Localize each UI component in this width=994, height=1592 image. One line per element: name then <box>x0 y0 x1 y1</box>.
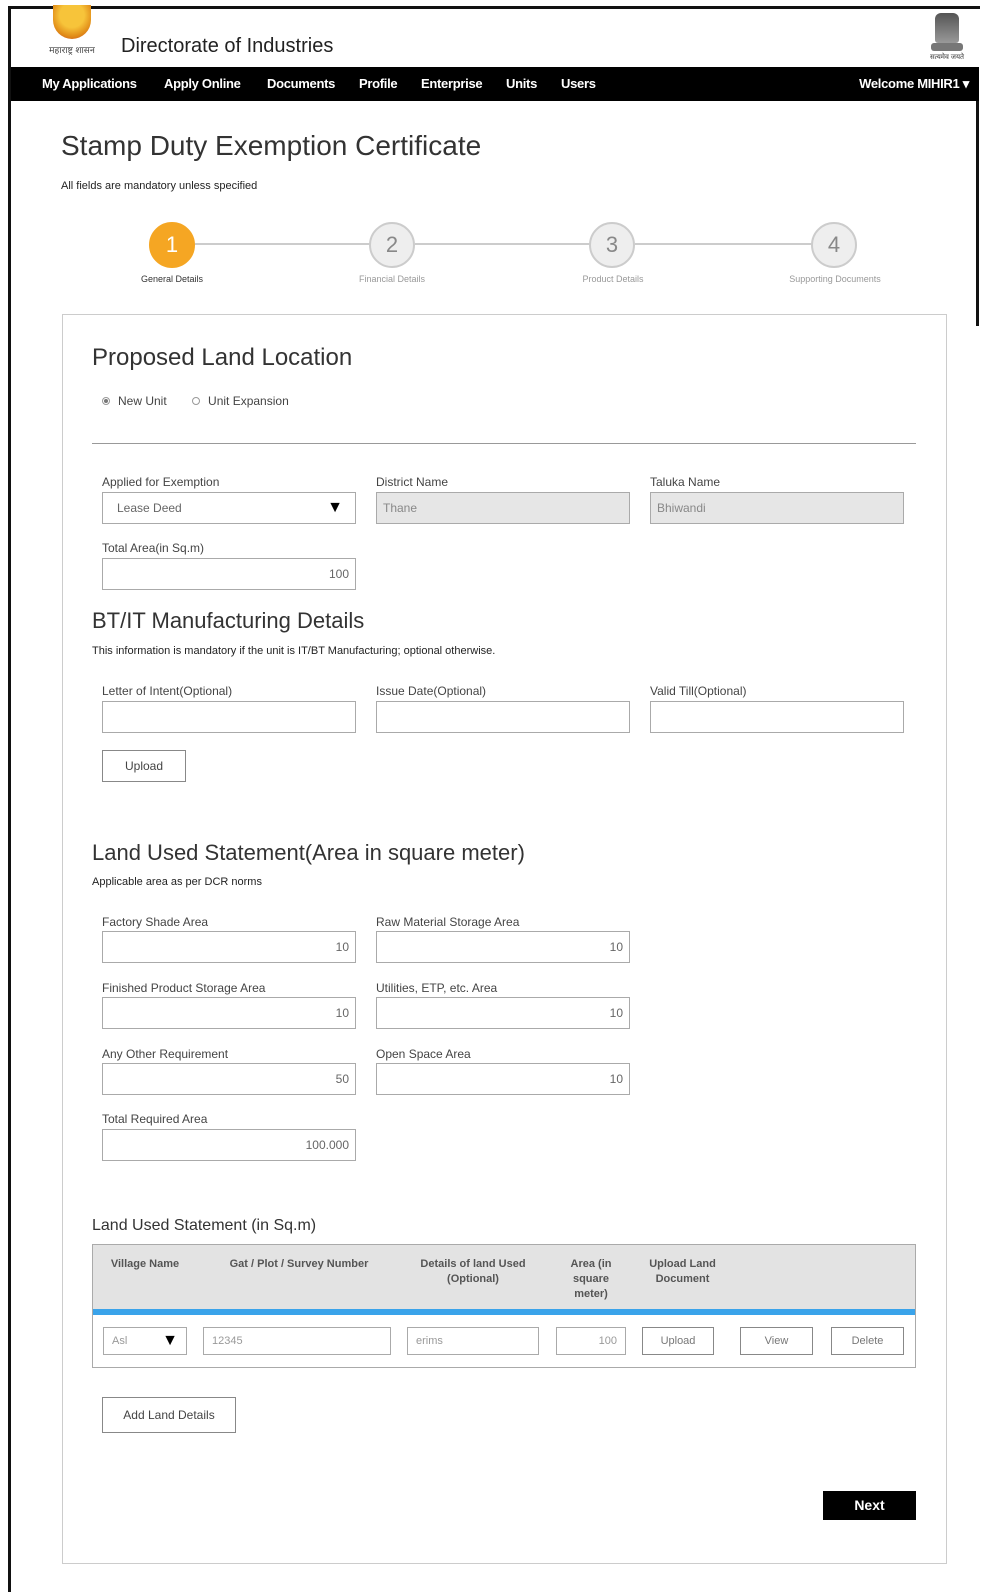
utilities-input[interactable]: 10 <box>376 997 630 1029</box>
col-gat: Gat / Plot / Survey Number <box>229 1258 369 1270</box>
loi-input[interactable] <box>102 701 356 733</box>
land-details-table: Village Name Gat / Plot / Survey Number … <box>92 1244 916 1368</box>
raw-material-input[interactable]: 10 <box>376 931 630 963</box>
finished-product-input[interactable]: 10 <box>102 997 356 1029</box>
section-title-location: Proposed Land Location <box>92 344 353 371</box>
step-4-circle[interactable]: 4 <box>811 222 857 268</box>
table-header-underline <box>93 1309 915 1315</box>
taluka-field: Bhiwandi <box>650 492 904 524</box>
nav-units[interactable]: Units <box>506 76 537 91</box>
step-connector <box>195 243 370 245</box>
taluka-label: Taluka Name <box>650 475 721 489</box>
nav-my-applications[interactable]: My Applications <box>42 76 137 91</box>
step-2-label: Financial Details <box>358 274 426 284</box>
col-village: Village Name <box>110 1258 180 1270</box>
district-label: District Name <box>376 475 449 489</box>
brand-title[interactable]: Directorate of Industries <box>121 35 333 58</box>
valid-till-input[interactable] <box>650 701 904 733</box>
radio-new-unit-label[interactable]: New Unit <box>118 394 167 408</box>
section-divider <box>92 443 916 444</box>
row-delete-button[interactable]: Delete <box>831 1327 904 1355</box>
mandatory-note: All fields are mandatory unless specifie… <box>61 180 258 192</box>
btit-upload-button[interactable]: Upload <box>102 750 186 782</box>
sun-emblem-icon <box>53 5 91 39</box>
col-details: Details of land Used (Optional) <box>420 1258 526 1285</box>
land-table-title: Land Used Statement (in Sq.m) <box>92 1217 317 1234</box>
maharashtra-logo[interactable]: महाराष्ट्र शासन <box>41 5 103 63</box>
issue-date-label: Issue Date(Optional) <box>376 684 487 698</box>
table-header: Village Name Gat / Plot / Survey Number … <box>93 1245 915 1309</box>
chevron-down-icon: ▼ <box>162 1332 178 1349</box>
valid-till-label: Valid Till(Optional) <box>650 684 747 698</box>
step-3-label: Product Details <box>582 274 644 284</box>
applied-exemption-value: Lease Deed <box>117 501 182 515</box>
details-input[interactable]: erims <box>407 1327 539 1355</box>
gat-input[interactable]: 12345 <box>203 1327 391 1355</box>
loi-label: Letter of Intent(Optional) <box>102 684 233 698</box>
nav-enterprise[interactable]: Enterprise <box>421 76 483 91</box>
step-2-circle[interactable]: 2 <box>369 222 415 268</box>
step-1-label: General Details <box>140 274 204 284</box>
total-area-input[interactable]: 100 <box>102 558 356 590</box>
emblem-caption: सत्यमेव जयते <box>929 54 965 61</box>
section-title-landused: Land Used Statement(Area in square meter… <box>92 840 525 865</box>
step-3-circle[interactable]: 3 <box>589 222 635 268</box>
finished-product-label: Finished Product Storage Area <box>102 981 266 995</box>
raw-material-label: Raw Material Storage Area <box>376 915 520 929</box>
landused-hint: Applicable area as per DCR norms <box>92 876 262 888</box>
main-nav: My Applications Apply Online Documents P… <box>11 67 979 101</box>
row-upload-button[interactable]: Upload <box>642 1327 714 1355</box>
chevron-down-icon: ▼ <box>327 499 343 516</box>
site-header: महाराष्ट्र शासन Directorate of Industrie… <box>11 5 979 67</box>
applied-exemption-select[interactable]: Lease Deed ▼ <box>102 492 356 524</box>
factory-area-label: Factory Shade Area <box>102 915 209 929</box>
col-area: Area (in square meter) <box>570 1258 612 1300</box>
step-1-circle[interactable]: 1 <box>149 222 195 268</box>
progress-stepper: 1 2 3 4 General Details Financial Detail… <box>0 220 994 290</box>
total-required-input[interactable]: 100.000 <box>102 1129 356 1161</box>
village-value: Asl <box>112 1335 128 1347</box>
district-field: Thane <box>376 492 630 524</box>
utilities-label: Utilities, ETP, etc. Area <box>376 981 498 995</box>
nav-profile[interactable]: Profile <box>359 76 398 91</box>
btit-hint: This information is mandatory if the uni… <box>92 645 496 657</box>
national-emblem-icon: सत्यमेव जयते <box>929 13 965 63</box>
step-4-label: Supporting Documents <box>789 274 881 284</box>
step-connector <box>635 243 812 245</box>
open-space-label: Open Space Area <box>376 1047 471 1061</box>
radio-new-unit[interactable] <box>102 396 110 405</box>
row-view-button[interactable]: View <box>740 1327 813 1355</box>
radio-unit-expansion-label[interactable]: Unit Expansion <box>208 394 289 408</box>
user-menu[interactable]: Welcome MIHIR1 ▾ <box>859 76 969 92</box>
next-button[interactable]: Next <box>823 1491 916 1520</box>
nav-apply-online[interactable]: Apply Online <box>164 76 241 91</box>
open-space-input[interactable]: 10 <box>376 1063 630 1095</box>
total-area-label: Total Area(in Sq.m) <box>102 541 205 555</box>
other-requirement-label: Any Other Requirement <box>102 1047 229 1061</box>
applied-exemption-label: Applied for Exemption <box>102 475 220 489</box>
village-select[interactable]: Asl ▼ <box>103 1327 187 1355</box>
area-input[interactable]: 100 <box>556 1327 626 1355</box>
other-requirement-input[interactable]: 50 <box>102 1063 356 1095</box>
unit-type-radios: New Unit Unit Expansion <box>102 394 289 408</box>
factory-area-input[interactable]: 10 <box>102 931 356 963</box>
issue-date-input[interactable] <box>376 701 630 733</box>
logo-caption: महाराष्ट्र शासन <box>49 45 95 55</box>
radio-unit-expansion[interactable] <box>192 396 201 405</box>
section-title-btit: BT/IT Manufacturing Details <box>92 608 365 633</box>
nav-documents[interactable]: Documents <box>267 76 335 91</box>
nav-users[interactable]: Users <box>561 76 596 91</box>
add-land-details-button[interactable]: Add Land Details <box>102 1397 236 1433</box>
col-upload: Upload Land Document <box>649 1258 716 1285</box>
page-title: Stamp Duty Exemption Certificate <box>61 130 482 161</box>
step-connector <box>415 243 590 245</box>
total-required-label: Total Required Area <box>102 1112 208 1126</box>
